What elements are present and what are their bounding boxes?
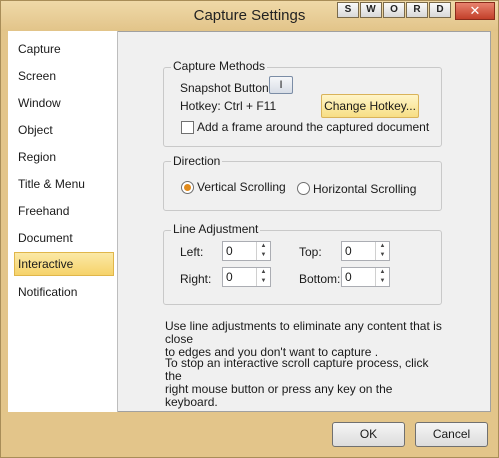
badge-letter: R bbox=[406, 2, 428, 18]
left-label: Left: bbox=[180, 245, 204, 259]
sidebar-item-notification[interactable]: Notification bbox=[14, 280, 114, 304]
vertical-scrolling-label[interactable]: Vertical Scrolling bbox=[197, 180, 286, 194]
sidebar-item-document[interactable]: Document bbox=[14, 226, 114, 250]
sword-badge: S W O R D bbox=[337, 2, 452, 18]
spin-down-icon[interactable]: ▼ bbox=[257, 277, 270, 286]
bottom-value: 0 bbox=[345, 270, 352, 284]
frame-checkbox-label[interactable]: Add a frame around the captured document bbox=[197, 120, 429, 134]
sidebar-item-region[interactable]: Region bbox=[14, 145, 114, 169]
badge-letter: D bbox=[429, 2, 451, 18]
right-value: 0 bbox=[226, 270, 233, 284]
left-value: 0 bbox=[226, 244, 233, 258]
badge-letter: O bbox=[383, 2, 405, 18]
cancel-button[interactable]: Cancel bbox=[415, 422, 488, 447]
sidebar-item-object[interactable]: Object bbox=[14, 118, 114, 142]
vertical-scrolling-radio[interactable] bbox=[181, 181, 194, 194]
top-label: Top: bbox=[299, 245, 322, 259]
top-value: 0 bbox=[345, 244, 352, 258]
right-label: Right: bbox=[180, 272, 212, 286]
sidebar-item-title-menu[interactable]: Title & Menu bbox=[14, 172, 114, 196]
sidebar-item-screen[interactable]: Screen bbox=[14, 64, 114, 88]
horizontal-scrolling-label[interactable]: Horizontal Scrolling bbox=[313, 182, 416, 196]
close-button[interactable]: ✕ bbox=[455, 2, 495, 20]
snapshot-button-label: Snapshot Button: bbox=[180, 81, 273, 95]
snapshot-button[interactable]: I bbox=[269, 76, 293, 94]
spin-up-icon[interactable]: ▲ bbox=[257, 242, 270, 251]
spin-up-icon[interactable]: ▲ bbox=[257, 268, 270, 277]
line-adjustment-note: Use line adjustments to eliminate any co… bbox=[165, 319, 442, 359]
sidebar-item-interactive[interactable]: Interactive bbox=[14, 252, 114, 276]
sidebar-item-window[interactable]: Window bbox=[14, 91, 114, 115]
frame-checkbox[interactable] bbox=[181, 121, 194, 134]
sidebar-item-capture[interactable]: Capture bbox=[14, 37, 114, 61]
left-spinbox[interactable]: 0 ▲ ▼ bbox=[222, 241, 271, 261]
capture-methods-title: Capture Methods bbox=[171, 59, 268, 73]
close-icon: ✕ bbox=[469, 3, 481, 18]
spin-down-icon[interactable]: ▼ bbox=[376, 277, 389, 286]
ok-button[interactable]: OK bbox=[332, 422, 405, 447]
cursor-icon: I bbox=[279, 79, 283, 91]
direction-title: Direction bbox=[171, 154, 223, 168]
bottom-label: Bottom: bbox=[299, 272, 341, 286]
bottom-spinbox[interactable]: 0 ▲ ▼ bbox=[341, 267, 390, 287]
title-bar[interactable]: Capture Settings S W O R D ✕ bbox=[1, 1, 498, 31]
badge-letter: S bbox=[337, 2, 359, 18]
change-hotkey-button[interactable]: Change Hotkey... bbox=[321, 94, 419, 118]
top-spinbox[interactable]: 0 ▲ ▼ bbox=[341, 241, 390, 261]
spin-up-icon[interactable]: ▲ bbox=[376, 242, 389, 251]
stop-capture-note: To stop an interactive scroll capture pr… bbox=[165, 356, 429, 409]
sidebar-item-freehand[interactable]: Freehand bbox=[14, 199, 114, 223]
badge-letter: W bbox=[360, 2, 382, 18]
spin-down-icon[interactable]: ▼ bbox=[257, 251, 270, 260]
hotkey-text: Hotkey: Ctrl + F11 bbox=[180, 99, 277, 113]
spin-up-icon[interactable]: ▲ bbox=[376, 268, 389, 277]
horizontal-scrolling-radio[interactable] bbox=[297, 182, 310, 195]
line-adjustment-group bbox=[163, 230, 442, 305]
spin-down-icon[interactable]: ▼ bbox=[376, 251, 389, 260]
capture-settings-window: Capture Settings S W O R D ✕ Capture Scr… bbox=[0, 0, 499, 458]
settings-sidebar: Capture Screen Window Object Region Titl… bbox=[8, 31, 118, 412]
line-adjustment-title: Line Adjustment bbox=[171, 222, 261, 236]
right-spinbox[interactable]: 0 ▲ ▼ bbox=[222, 267, 271, 287]
